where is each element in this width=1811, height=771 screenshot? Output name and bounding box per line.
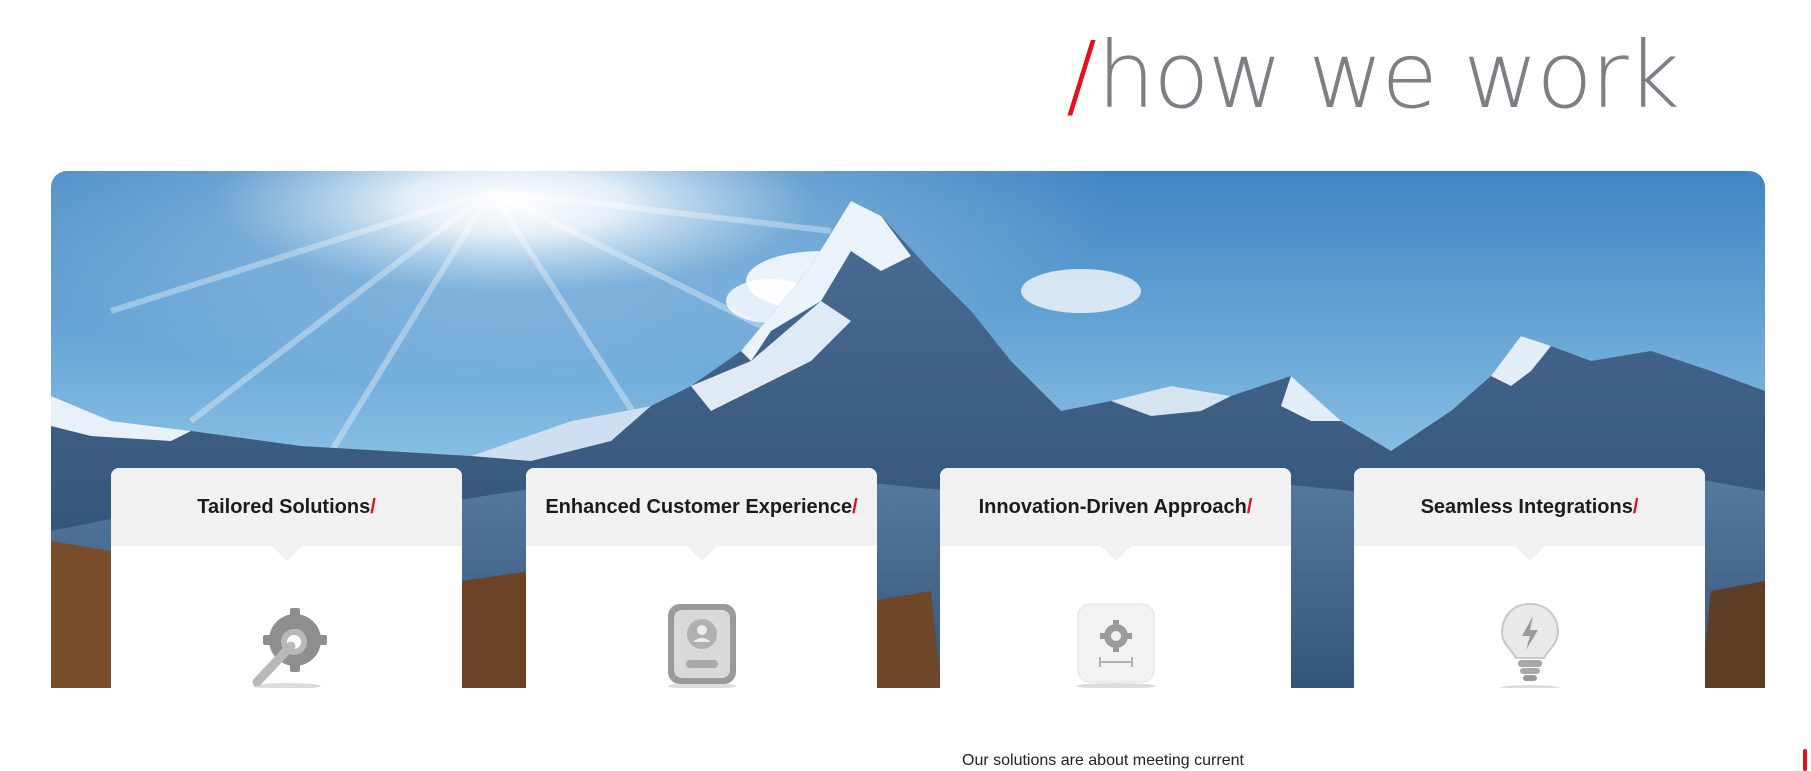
card-title: Innovation-Driven Approach/ <box>978 495 1253 518</box>
card-tailored-solutions[interactable]: Tailored Solutions/ <box>111 468 462 688</box>
scroll-indicator[interactable] <box>1803 749 1807 771</box>
section-heading: /how we work <box>1066 30 1680 122</box>
heading-slash: / <box>1066 22 1097 129</box>
card-title: Enhanced Customer Experience/ <box>545 495 858 518</box>
intro-text: Our solutions are about meeting current <box>962 752 1244 769</box>
card-header: Innovation-Driven Approach/ <box>940 468 1291 561</box>
lightbulb-icon <box>1480 602 1580 688</box>
card-header: Enhanced Customer Experience/ <box>526 468 877 561</box>
card-title: Seamless Integrations/ <box>1420 495 1639 518</box>
settings-gear-icon <box>1066 602 1166 688</box>
card-innovation-driven-approach[interactable]: Innovation-Driven Approach/ <box>940 468 1291 688</box>
wrench-gear-icon <box>237 602 337 688</box>
card-header: Seamless Integrations/ <box>1354 468 1705 561</box>
card-header: Tailored Solutions/ <box>111 468 462 561</box>
card-seamless-integrations[interactable]: Seamless Integrations/ <box>1354 468 1705 688</box>
card-title: Tailored Solutions/ <box>197 495 376 518</box>
user-profile-icon <box>652 602 752 688</box>
heading-text: how we work <box>1097 22 1680 129</box>
card-enhanced-customer-experience[interactable]: Enhanced Customer Experience/ <box>526 468 877 688</box>
